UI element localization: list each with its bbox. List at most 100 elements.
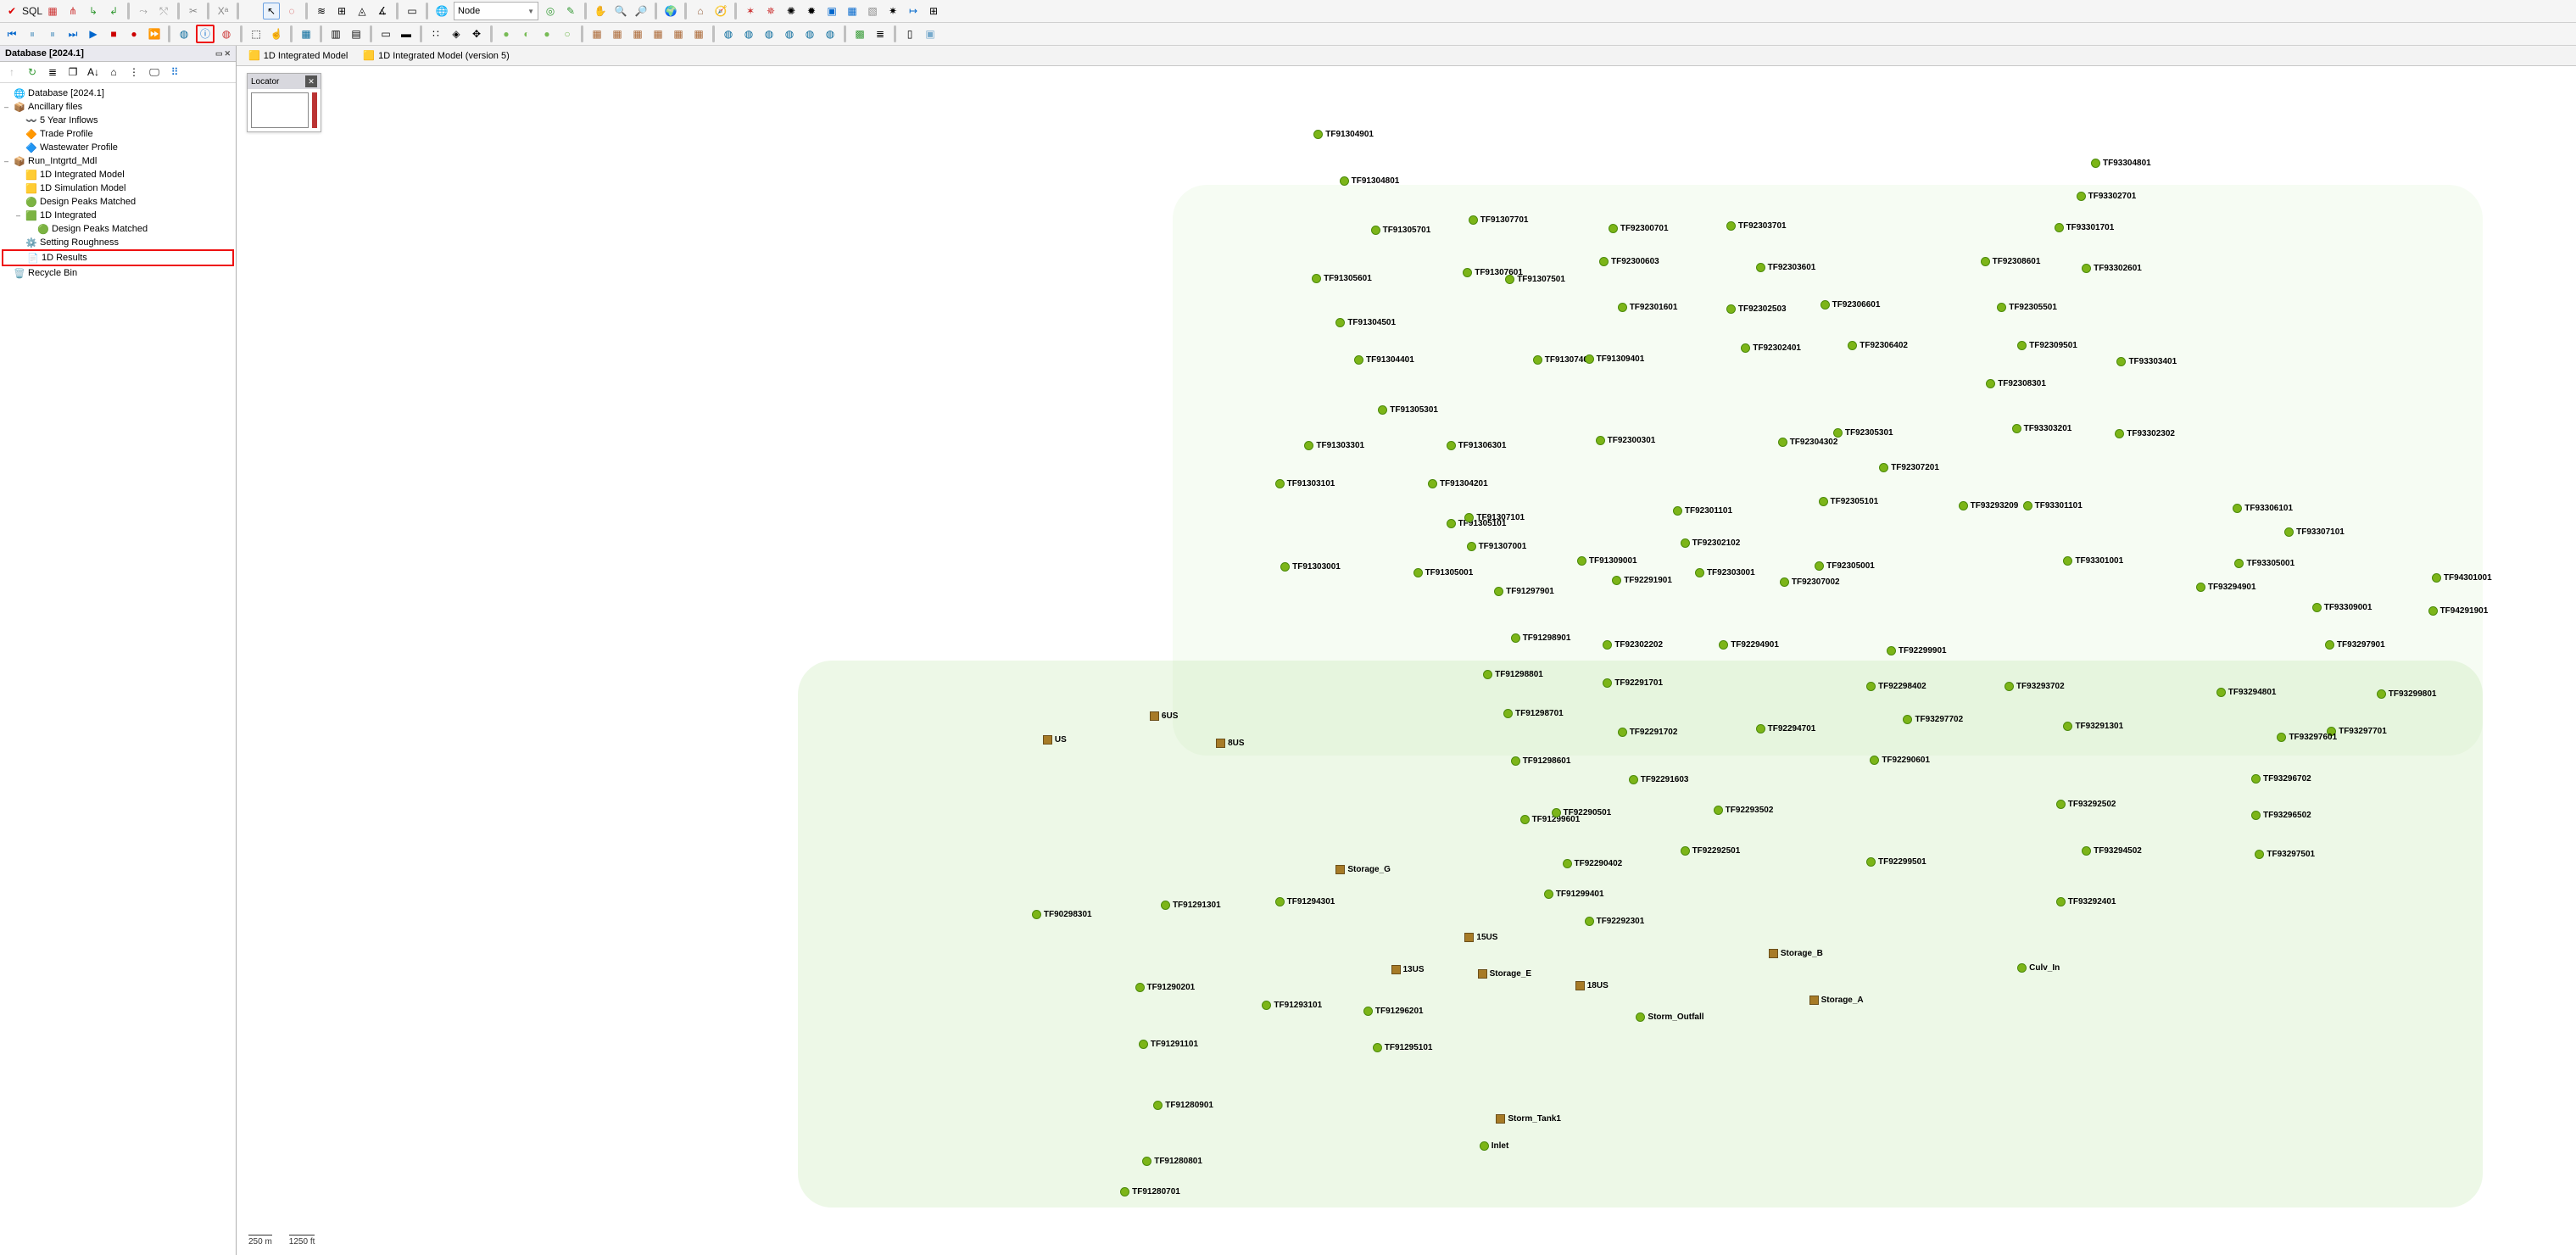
network-node[interactable]: TF92302202 [1614, 640, 1663, 650]
network-node[interactable]: TF91307701 [1480, 215, 1529, 225]
sort-icon[interactable]: A↓ [85, 64, 102, 81]
network-node[interactable]: Culv_In [2029, 963, 2060, 973]
c4-icon[interactable]: ◍ [781, 25, 798, 42]
network-node[interactable]: TF93297901 [2337, 640, 2385, 650]
stop-icon[interactable]: ■ [105, 25, 122, 42]
network-node[interactable]: TF91296201 [1375, 1007, 1424, 1016]
network-node[interactable]: TF93303201 [2024, 424, 2072, 433]
nt8-icon[interactable]: ✷ [884, 3, 901, 20]
network-node[interactable]: TF93292401 [2068, 897, 2116, 906]
h1-icon[interactable]: ▩ [851, 25, 868, 42]
network-node[interactable]: TF91299401 [1556, 890, 1604, 899]
point-icon[interactable]: ☝ [268, 25, 285, 42]
pointer-icon[interactable]: ↖ [263, 3, 280, 20]
dot1-icon[interactable]: ● [498, 25, 515, 42]
network-node[interactable]: TF91291101 [1151, 1040, 1198, 1049]
map-tab[interactable]: 🟨1D Integrated Model (version 5) [358, 48, 514, 63]
network-node[interactable]: TF92299501 [1878, 857, 1926, 867]
h2-icon[interactable]: ≣ [872, 25, 889, 42]
network-node[interactable]: TF91297901 [1506, 587, 1554, 596]
network-node[interactable]: TF93302302 [2127, 429, 2175, 438]
tree-node[interactable]: 🟢Design Peaks Matched [2, 195, 234, 209]
compass-icon[interactable]: ◬ [354, 3, 371, 20]
network-node[interactable]: TF91304901 [1325, 130, 1374, 139]
database-tree[interactable]: 🌐Database [2024.1]–📦Ancillary files〰️5 Y… [0, 83, 236, 283]
nt10-icon[interactable]: ⊞ [925, 3, 942, 20]
network-node[interactable]: TF93301001 [2075, 556, 2123, 566]
network-node[interactable]: TF91305301 [1390, 405, 1438, 415]
network-node[interactable]: TF92308301 [1998, 379, 2046, 388]
twisty-icon[interactable]: – [14, 211, 23, 220]
network-node[interactable]: TF91280701 [1132, 1187, 1180, 1196]
tree-node[interactable]: –📦Run_Intgrtd_Mdl [2, 154, 234, 168]
panel-close-icon[interactable]: ✕ [224, 49, 231, 59]
nt4-icon[interactable]: ✹ [803, 3, 820, 20]
tree-node[interactable]: 📄1D Results [2, 249, 234, 266]
network-node[interactable]: TF91309001 [1589, 556, 1637, 566]
link2-icon[interactable]: ⤲ [155, 3, 172, 20]
network-node[interactable]: TF93304801 [2103, 159, 2151, 168]
grid-icon[interactable]: ▦ [44, 3, 61, 20]
network-node[interactable]: TF90298301 [1044, 910, 1092, 919]
graph1-icon[interactable]: ≋ [313, 3, 330, 20]
network-node[interactable]: TF93305001 [2246, 559, 2294, 568]
network-node[interactable]: TF92294901 [1731, 640, 1779, 650]
network-node[interactable]: TF93296502 [2263, 811, 2311, 820]
graph2-icon[interactable]: ⊞ [333, 3, 350, 20]
locator-window[interactable]: Locator ✕ [247, 73, 321, 132]
pause2-icon[interactable]: ⏸ [44, 25, 61, 42]
dot2-icon[interactable]: ◐ [518, 25, 535, 42]
c2-icon[interactable]: ◍ [740, 25, 757, 42]
network-node[interactable]: TF91294301 [1287, 897, 1335, 906]
locator-thumbnail[interactable] [251, 92, 309, 128]
play-icon[interactable]: ▶ [85, 25, 102, 42]
tree-node[interactable]: 🟨1D Integrated Model [2, 168, 234, 181]
network-node[interactable]: TF91298901 [1523, 633, 1571, 643]
network-node[interactable]: TF93297702 [1915, 715, 1963, 724]
network-node[interactable]: TF91303301 [1316, 441, 1364, 450]
network-node[interactable]: TF92301101 [1685, 506, 1732, 516]
more-icon[interactable]: ⠿ [166, 64, 183, 81]
network-node[interactable]: TF93297701 [2339, 727, 2387, 736]
network-node[interactable]: TF93293209 [1971, 501, 2019, 510]
angle-icon[interactable]: ∡ [374, 3, 391, 20]
nt1-icon[interactable]: ✶ [742, 3, 759, 20]
map-tab[interactable]: 🟨1D Integrated Model [243, 48, 353, 63]
copy-icon[interactable]: ❐ [64, 64, 81, 81]
prop-icon[interactable]: ⌂ [105, 64, 122, 81]
network-node[interactable]: TF91304801 [1352, 176, 1400, 186]
network-node[interactable]: TF91306301 [1458, 441, 1507, 450]
nt6-icon[interactable]: ▦ [844, 3, 861, 20]
arrow-in-icon[interactable]: ↳ [85, 3, 102, 20]
network-node[interactable]: Storage_E [1490, 969, 1531, 979]
network-node[interactable]: TF91309401 [1597, 354, 1645, 364]
network-node[interactable]: TF93296702 [2263, 774, 2311, 784]
network-node[interactable]: TF93299801 [2389, 689, 2437, 699]
twisty-icon[interactable]: – [2, 157, 11, 165]
network-node[interactable]: TF91280901 [1165, 1101, 1213, 1110]
network-node[interactable]: TF93307101 [2296, 527, 2345, 537]
network-node[interactable]: TF91305601 [1324, 274, 1372, 283]
network-node[interactable]: TF93301101 [2035, 501, 2083, 510]
network-node[interactable]: TF93301701 [2066, 223, 2115, 232]
network-node[interactable]: TF91298701 [1515, 709, 1564, 718]
ff-icon[interactable]: ⏩ [146, 25, 163, 42]
tree-node[interactable]: 🗑️Recycle Bin [2, 266, 234, 280]
nt2-icon[interactable]: ✵ [762, 3, 779, 20]
screen-icon[interactable]: 🖵 [146, 64, 163, 81]
network-node[interactable]: TF91293101 [1274, 1001, 1322, 1010]
network-node[interactable]: TF92302102 [1692, 538, 1741, 548]
object-type-combo[interactable]: Node ▼ [454, 2, 538, 20]
target-icon[interactable]: ◎ [542, 3, 559, 20]
g4-icon[interactable]: ▦ [650, 25, 666, 42]
network-node[interactable]: US [1055, 735, 1067, 745]
network-node[interactable]: TF91298801 [1495, 670, 1543, 679]
check-icon[interactable]: ✔ [3, 3, 20, 20]
tree-node[interactable]: 🟢Design Peaks Matched [2, 222, 234, 236]
ruler-icon[interactable]: ▭ [404, 3, 421, 20]
first-icon[interactable]: ⏮ [3, 25, 20, 42]
network-node[interactable]: TF92305101 [1831, 497, 1879, 506]
network-node[interactable]: TF91291301 [1173, 901, 1221, 910]
network-node[interactable]: TF91304501 [1347, 318, 1396, 327]
list-icon[interactable]: ≣ [44, 64, 61, 81]
